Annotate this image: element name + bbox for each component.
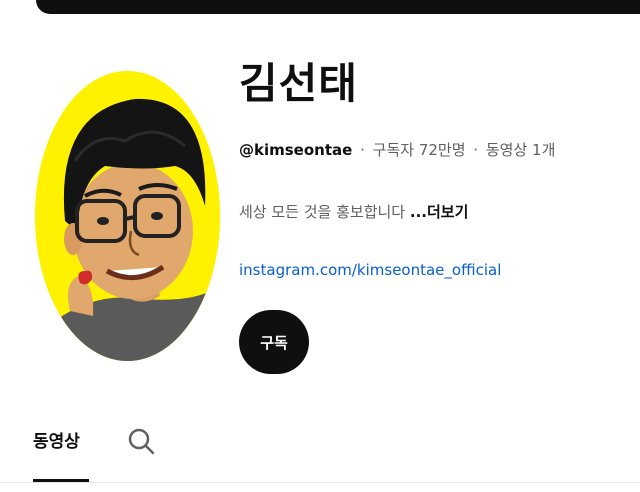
channel-banner bbox=[36, 0, 640, 14]
description-text: 세상 모든 것을 홍보합니다 bbox=[239, 203, 406, 221]
video-count: 동영상 1개 bbox=[485, 141, 556, 159]
subscribe-button[interactable]: 구독 bbox=[239, 310, 309, 374]
subscriber-count: 구독자 72만명 bbox=[372, 141, 466, 159]
meta-separator: · bbox=[360, 141, 365, 159]
more-link[interactable]: ...더보기 bbox=[410, 203, 469, 221]
channel-handle: @kimseontae bbox=[239, 141, 353, 159]
channel-tabs: 동영상 bbox=[0, 400, 640, 484]
channel-external-link[interactable]: instagram.com/kimseontae_official bbox=[239, 258, 501, 282]
channel-description[interactable]: 세상 모든 것을 홍보합니다 ...더보기 bbox=[239, 200, 468, 224]
search-icon[interactable] bbox=[126, 426, 156, 456]
meta-separator: · bbox=[473, 141, 479, 159]
channel-name: 김선태 bbox=[239, 59, 358, 108]
tabs-divider bbox=[0, 482, 640, 483]
tab-videos[interactable]: 동영상 bbox=[33, 422, 80, 462]
avatar-illustration bbox=[35, 71, 220, 361]
channel-meta: @kimseontae · 구독자 72만명 · 동영상 1개 bbox=[239, 140, 555, 160]
channel-avatar[interactable] bbox=[35, 71, 220, 361]
